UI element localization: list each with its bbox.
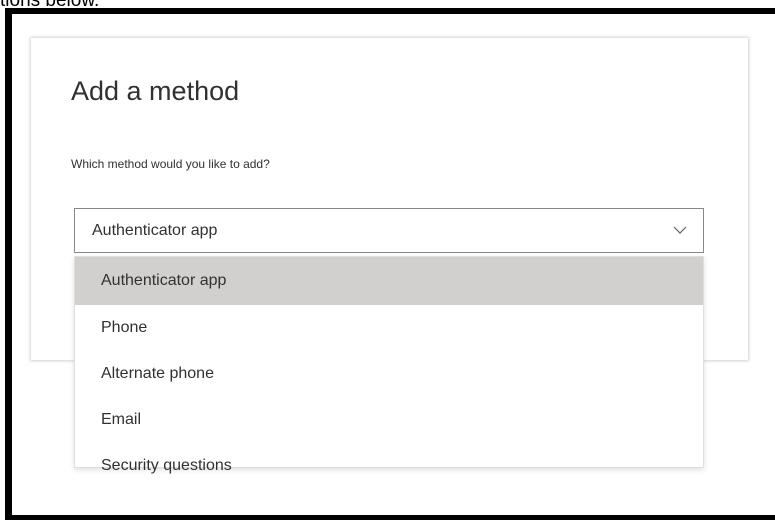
method-prompt-label: Which method would you like to add? (71, 157, 270, 171)
option-authenticator-app[interactable]: Authenticator app (75, 257, 703, 305)
option-security-questions[interactable]: Security questions (75, 443, 703, 489)
chevron-down-icon[interactable] (672, 222, 688, 238)
option-email[interactable]: Email (75, 397, 703, 443)
method-dropdown-list: Authenticator app Phone Alternate phone … (74, 256, 704, 474)
method-select-value: Authenticator app (92, 222, 218, 239)
method-select[interactable]: Authenticator app (74, 208, 704, 253)
option-alternate-phone[interactable]: Alternate phone (75, 351, 703, 397)
option-phone[interactable]: Phone (75, 305, 703, 351)
dialog-title: Add a method (71, 76, 240, 106)
